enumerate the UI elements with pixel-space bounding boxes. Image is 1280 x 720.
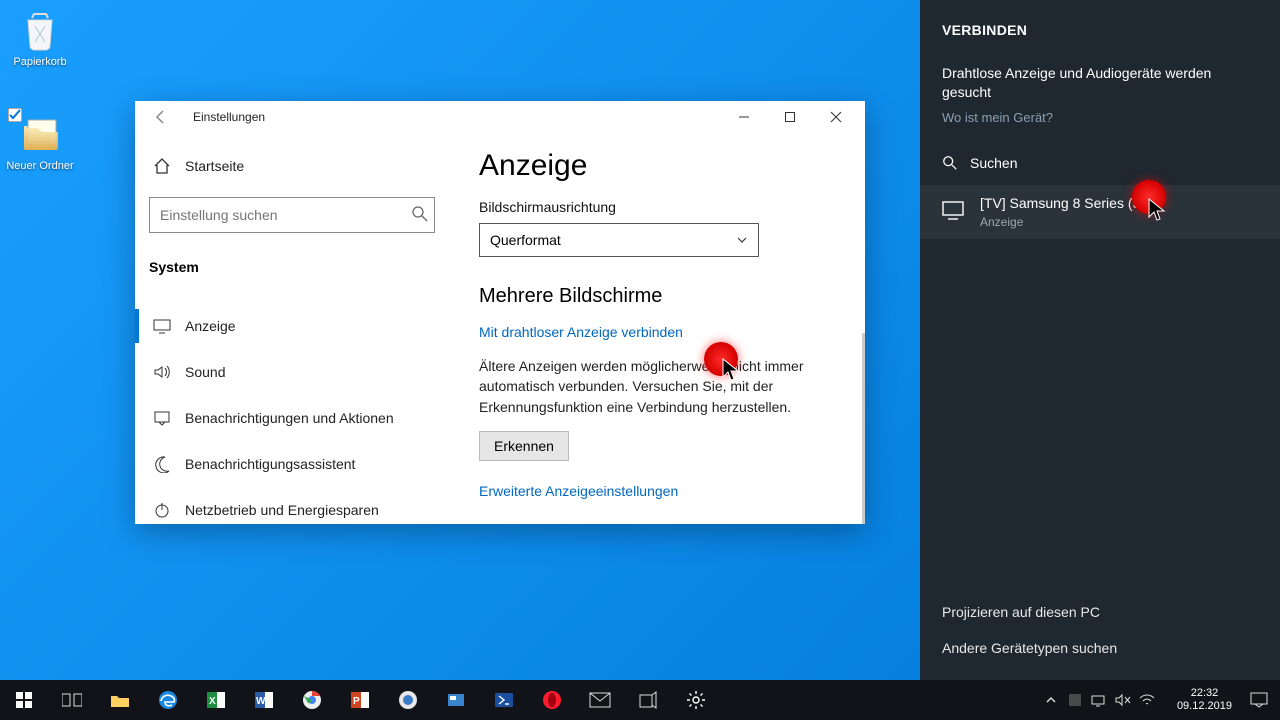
svg-text:P: P — [353, 696, 360, 707]
desktop-icon-recycle-bin[interactable]: Papierkorb — [4, 8, 76, 68]
project-to-pc-link[interactable]: Projizieren auf diesen PC — [942, 594, 1258, 630]
svg-text:X: X — [209, 696, 216, 707]
scrollbar[interactable] — [862, 333, 865, 524]
device-name: [TV] Samsung 8 Series (55) — [980, 195, 1153, 211]
connect-panel: VERBINDEN Drahtlose Anzeige und Audioger… — [920, 0, 1280, 680]
sidebar-item-power[interactable]: Netzbetrieb und Energiesparen — [149, 487, 439, 524]
sidebar-item-label: Netzbetrieb und Energiesparen — [185, 502, 379, 518]
tray-wifi-icon[interactable] — [1135, 680, 1159, 720]
sidebar-home[interactable]: Startseite — [149, 149, 439, 183]
detect-button[interactable]: Erkennen — [479, 431, 569, 461]
taskbar-app-powershell[interactable] — [480, 680, 528, 720]
connect-search[interactable]: Suchen — [970, 155, 1017, 171]
taskbar-app-generic1[interactable] — [384, 680, 432, 720]
taskbar-app-generic3[interactable] — [624, 680, 672, 720]
search-other-device-types-link[interactable]: Andere Gerätetypen suchen — [942, 630, 1258, 666]
taskbar-app-explorer[interactable] — [96, 680, 144, 720]
sidebar-item-label: Sound — [185, 364, 225, 380]
tray-volume-muted-icon[interactable] — [1111, 680, 1135, 720]
chevron-down-icon — [736, 234, 748, 246]
orientation-label: Bildschirmausrichtung — [479, 199, 839, 215]
display-icon — [153, 317, 171, 335]
window-titlebar: Einstellungen — [135, 101, 865, 133]
connect-panel-title: VERBINDEN — [942, 22, 1258, 38]
notifications-icon — [153, 409, 171, 427]
tray-language-icon[interactable] — [1159, 680, 1167, 720]
sidebar-item-sound[interactable]: Sound — [149, 349, 439, 395]
desktop-icon-new-folder[interactable]: Neuer Ordner — [4, 112, 76, 172]
checkbox-checked-icon — [8, 108, 22, 122]
cursor-icon — [1148, 198, 1168, 222]
start-button[interactable] — [0, 680, 48, 720]
taskbar-app-opera[interactable] — [528, 680, 576, 720]
device-type: Anzeige — [980, 215, 1153, 229]
page-title: Anzeige — [479, 149, 839, 183]
section-heading: Mehrere Bildschirme — [479, 285, 839, 308]
power-icon — [153, 501, 171, 519]
sound-icon — [153, 363, 171, 381]
taskbar-app-word[interactable]: W — [240, 680, 288, 720]
back-button[interactable] — [149, 105, 173, 129]
window-title: Einstellungen — [193, 110, 721, 124]
settings-search-wrap — [149, 197, 439, 233]
tv-icon — [942, 199, 964, 221]
cursor-icon — [722, 358, 742, 382]
maximize-button[interactable] — [767, 102, 813, 132]
sidebar-item-notifications[interactable]: Benachrichtigungen und Aktionen — [149, 395, 439, 441]
folder-icon — [18, 112, 62, 156]
clock-date: 09.12.2019 — [1177, 700, 1232, 713]
sidebar-item-display[interactable]: Anzeige — [149, 303, 439, 349]
connect-wireless-link[interactable]: Mit drahtloser Anzeige verbinden — [479, 324, 683, 340]
action-center-button[interactable] — [1242, 680, 1276, 720]
recycle-bin-icon — [18, 8, 62, 52]
taskbar-app-generic2[interactable] — [432, 680, 480, 720]
connect-searching-text: Drahtlose Anzeige und Audiogeräte werden… — [942, 64, 1258, 102]
sidebar-item-focus-assist[interactable]: Benachrichtigungsassistent — [149, 441, 439, 487]
svg-text:W: W — [256, 696, 266, 707]
settings-search-input[interactable] — [149, 197, 435, 233]
sidebar-home-label: Startseite — [185, 158, 244, 174]
taskbar-app-edge[interactable] — [144, 680, 192, 720]
sidebar-category: System — [149, 253, 439, 281]
dropdown-value: Querformat — [490, 232, 561, 248]
taskbar-app-excel[interactable]: X — [192, 680, 240, 720]
search-icon — [411, 205, 429, 223]
sidebar-item-label: Benachrichtigungen und Aktionen — [185, 410, 394, 426]
sidebar-item-label: Anzeige — [185, 318, 236, 334]
tray-chevron-up-icon[interactable] — [1039, 680, 1063, 720]
settings-window: Einstellungen Startseite System Anzeige — [135, 101, 865, 524]
advanced-display-link[interactable]: Erweiterte Anzeigeeinstellungen — [479, 483, 678, 499]
clock-time: 22:32 — [1177, 687, 1232, 700]
tray-app-icon[interactable] — [1063, 680, 1087, 720]
sidebar-item-label: Benachrichtigungsassistent — [185, 456, 355, 472]
taskbar-app-mail[interactable] — [576, 680, 624, 720]
minimize-button[interactable] — [721, 102, 767, 132]
where-is-my-device-link[interactable]: Wo ist mein Gerät? — [942, 110, 1258, 125]
taskbar-clock[interactable]: 22:32 09.12.2019 — [1167, 687, 1242, 712]
moon-icon — [153, 455, 171, 473]
device-row[interactable]: [TV] Samsung 8 Series (55) Anzeige — [920, 185, 1280, 239]
orientation-dropdown[interactable]: Querformat — [479, 223, 759, 257]
task-view-button[interactable] — [48, 680, 96, 720]
info-text: Ältere Anzeigen werden möglicherweise ni… — [479, 356, 839, 417]
desktop-icon-label: Neuer Ordner — [4, 160, 76, 172]
search-icon — [942, 155, 958, 171]
home-icon — [153, 157, 171, 175]
close-button[interactable] — [813, 102, 859, 132]
taskbar: X W P 22:32 09.12.2019 — [0, 680, 1280, 720]
taskbar-app-powerpoint[interactable]: P — [336, 680, 384, 720]
taskbar-app-chrome[interactable] — [288, 680, 336, 720]
settings-content: Anzeige Bildschirmausrichtung Querformat… — [453, 133, 865, 524]
tray-network-icon[interactable] — [1087, 680, 1111, 720]
desktop-icon-label: Papierkorb — [4, 56, 76, 68]
settings-sidebar: Startseite System Anzeige Sound Benachri — [135, 133, 453, 524]
taskbar-app-settings[interactable] — [672, 680, 720, 720]
